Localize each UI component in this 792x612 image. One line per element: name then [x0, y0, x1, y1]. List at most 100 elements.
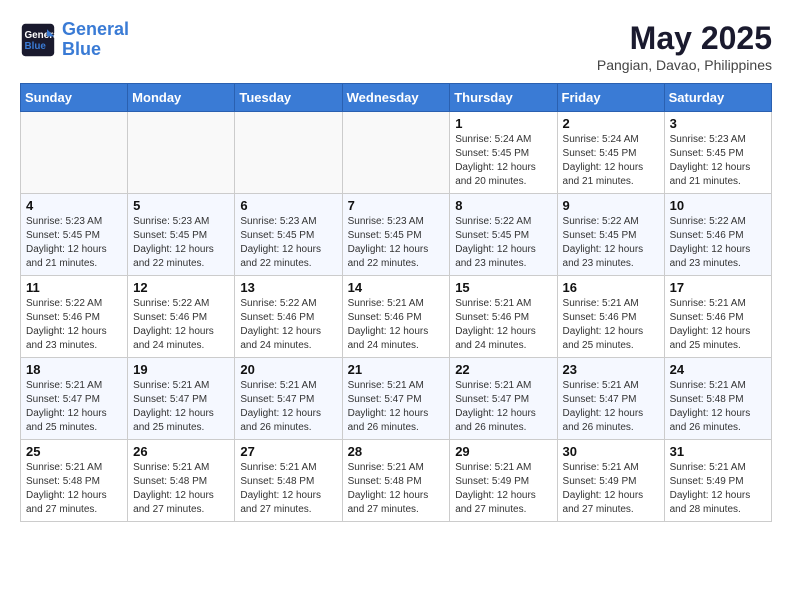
- day-header-monday: Monday: [128, 84, 235, 112]
- day-info: Sunrise: 5:21 AM Sunset: 5:47 PM Dayligh…: [133, 379, 229, 435]
- day-number: 28: [348, 444, 445, 459]
- svg-text:Blue: Blue: [25, 41, 47, 52]
- day-number: 9: [563, 198, 659, 213]
- day-number: 18: [26, 362, 122, 377]
- day-info: Sunrise: 5:21 AM Sunset: 5:46 PM Dayligh…: [563, 297, 659, 353]
- day-number: 30: [563, 444, 659, 459]
- day-info: Sunrise: 5:21 AM Sunset: 5:46 PM Dayligh…: [455, 297, 551, 353]
- calendar-day: 23 Sunrise: 5:21 AM Sunset: 5:47 PM Dayli…: [557, 358, 664, 440]
- day-header-thursday: Thursday: [450, 84, 557, 112]
- day-number: 6: [240, 198, 336, 213]
- day-info: Sunrise: 5:21 AM Sunset: 5:49 PM Dayligh…: [563, 461, 659, 517]
- day-info: Sunrise: 5:21 AM Sunset: 5:47 PM Dayligh…: [563, 379, 659, 435]
- calendar-day: [128, 112, 235, 194]
- day-header-saturday: Saturday: [664, 84, 771, 112]
- logo: General Blue GeneralBlue: [20, 20, 129, 60]
- day-info: Sunrise: 5:22 AM Sunset: 5:45 PM Dayligh…: [563, 215, 659, 271]
- day-number: 15: [455, 280, 551, 295]
- day-info: Sunrise: 5:21 AM Sunset: 5:46 PM Dayligh…: [670, 297, 766, 353]
- day-info: Sunrise: 5:21 AM Sunset: 5:48 PM Dayligh…: [348, 461, 445, 517]
- month-title: May 2025: [597, 20, 772, 57]
- day-info: Sunrise: 5:21 AM Sunset: 5:47 PM Dayligh…: [240, 379, 336, 435]
- calendar-day: 8 Sunrise: 5:22 AM Sunset: 5:45 PM Daylig…: [450, 194, 557, 276]
- day-number: 26: [133, 444, 229, 459]
- day-number: 8: [455, 198, 551, 213]
- day-header-sunday: Sunday: [21, 84, 128, 112]
- logo-icon: General Blue: [20, 22, 56, 58]
- calendar-week-4: 18 Sunrise: 5:21 AM Sunset: 5:47 PM Dayli…: [21, 358, 772, 440]
- calendar-header-row: SundayMondayTuesdayWednesdayThursdayFrid…: [21, 84, 772, 112]
- day-number: 20: [240, 362, 336, 377]
- calendar-day: 2 Sunrise: 5:24 AM Sunset: 5:45 PM Daylig…: [557, 112, 664, 194]
- day-number: 4: [26, 198, 122, 213]
- day-header-tuesday: Tuesday: [235, 84, 342, 112]
- page-header: General Blue GeneralBlue May 2025 Pangia…: [20, 20, 772, 73]
- day-number: 16: [563, 280, 659, 295]
- calendar-day: 22 Sunrise: 5:21 AM Sunset: 5:47 PM Dayli…: [450, 358, 557, 440]
- day-info: Sunrise: 5:24 AM Sunset: 5:45 PM Dayligh…: [455, 133, 551, 189]
- calendar-day: 18Sunrise: 5:21 AM Sunset: 5:47 PM Dayli…: [21, 358, 128, 440]
- calendar-day: 19 Sunrise: 5:21 AM Sunset: 5:47 PM Dayli…: [128, 358, 235, 440]
- day-info: Sunrise: 5:22 AM Sunset: 5:46 PM Dayligh…: [670, 215, 766, 271]
- day-info: Sunrise: 5:21 AM Sunset: 5:47 PM Dayligh…: [348, 379, 445, 435]
- calendar-day: 11 Sunrise: 5:22 AM Sunset: 5:46 PM Dayli…: [21, 276, 128, 358]
- calendar-day: 9 Sunrise: 5:22 AM Sunset: 5:45 PM Daylig…: [557, 194, 664, 276]
- day-number: 12: [133, 280, 229, 295]
- day-info: Sunrise: 5:22 AM Sunset: 5:45 PM Dayligh…: [455, 215, 551, 271]
- calendar-day: 28 Sunrise: 5:21 AM Sunset: 5:48 PM Dayli…: [342, 440, 450, 522]
- day-header-wednesday: Wednesday: [342, 84, 450, 112]
- day-header-friday: Friday: [557, 84, 664, 112]
- day-number: 2: [563, 116, 659, 131]
- calendar-week-1: 1Sunrise: 5:24 AM Sunset: 5:45 PM Daylig…: [21, 112, 772, 194]
- day-info: Sunrise: 5:23 AM Sunset: 5:45 PM Dayligh…: [240, 215, 336, 271]
- calendar-day: 25Sunrise: 5:21 AM Sunset: 5:48 PM Dayli…: [21, 440, 128, 522]
- calendar-day: 7 Sunrise: 5:23 AM Sunset: 5:45 PM Daylig…: [342, 194, 450, 276]
- day-info: Sunrise: 5:22 AM Sunset: 5:46 PM Dayligh…: [26, 297, 122, 353]
- day-info: Sunrise: 5:21 AM Sunset: 5:49 PM Dayligh…: [455, 461, 551, 517]
- day-info: Sunrise: 5:22 AM Sunset: 5:46 PM Dayligh…: [133, 297, 229, 353]
- day-number: 10: [670, 198, 766, 213]
- day-number: 27: [240, 444, 336, 459]
- calendar-day: 26Sunrise: 5:21 AM Sunset: 5:48 PM Dayli…: [128, 440, 235, 522]
- day-info: Sunrise: 5:21 AM Sunset: 5:48 PM Dayligh…: [240, 461, 336, 517]
- day-number: 23: [563, 362, 659, 377]
- day-number: 14: [348, 280, 445, 295]
- calendar-day: 15 Sunrise: 5:21 AM Sunset: 5:46 PM Dayli…: [450, 276, 557, 358]
- calendar-day: [235, 112, 342, 194]
- calendar-day: 12 Sunrise: 5:22 AM Sunset: 5:46 PM Dayli…: [128, 276, 235, 358]
- calendar-day: 21Sunrise: 5:21 AM Sunset: 5:47 PM Dayli…: [342, 358, 450, 440]
- day-number: 22: [455, 362, 551, 377]
- day-info: Sunrise: 5:23 AM Sunset: 5:45 PM Dayligh…: [348, 215, 445, 271]
- day-info: Sunrise: 5:24 AM Sunset: 5:45 PM Dayligh…: [563, 133, 659, 189]
- day-number: 11: [26, 280, 122, 295]
- day-info: Sunrise: 5:22 AM Sunset: 5:46 PM Dayligh…: [240, 297, 336, 353]
- day-info: Sunrise: 5:23 AM Sunset: 5:45 PM Dayligh…: [133, 215, 229, 271]
- day-number: 24: [670, 362, 766, 377]
- calendar-day: 3Sunrise: 5:23 AM Sunset: 5:45 PM Daylig…: [664, 112, 771, 194]
- calendar-day: 24 Sunrise: 5:21 AM Sunset: 5:48 PM Dayli…: [664, 358, 771, 440]
- calendar-day: 6 Sunrise: 5:23 AM Sunset: 5:45 PM Daylig…: [235, 194, 342, 276]
- calendar-day: 29 Sunrise: 5:21 AM Sunset: 5:49 PM Dayli…: [450, 440, 557, 522]
- calendar-table: SundayMondayTuesdayWednesdayThursdayFrid…: [20, 83, 772, 522]
- day-info: Sunrise: 5:21 AM Sunset: 5:49 PM Dayligh…: [670, 461, 766, 517]
- calendar-day: 1Sunrise: 5:24 AM Sunset: 5:45 PM Daylig…: [450, 112, 557, 194]
- calendar-day: 10 Sunrise: 5:22 AM Sunset: 5:46 PM Dayli…: [664, 194, 771, 276]
- day-info: Sunrise: 5:21 AM Sunset: 5:47 PM Dayligh…: [455, 379, 551, 435]
- day-number: 7: [348, 198, 445, 213]
- calendar-day: 5Sunrise: 5:23 AM Sunset: 5:45 PM Daylig…: [128, 194, 235, 276]
- day-number: 29: [455, 444, 551, 459]
- day-number: 17: [670, 280, 766, 295]
- day-number: 3: [670, 116, 766, 131]
- calendar-day: 14 Sunrise: 5:21 AM Sunset: 5:46 PM Dayli…: [342, 276, 450, 358]
- calendar-week-5: 25Sunrise: 5:21 AM Sunset: 5:48 PM Dayli…: [21, 440, 772, 522]
- calendar-day: 4Sunrise: 5:23 AM Sunset: 5:45 PM Daylig…: [21, 194, 128, 276]
- day-info: Sunrise: 5:21 AM Sunset: 5:48 PM Dayligh…: [670, 379, 766, 435]
- calendar-day: 16 Sunrise: 5:21 AM Sunset: 5:46 PM Dayli…: [557, 276, 664, 358]
- calendar-week-2: 4 Sunrise: 5:23 AM Sunset: 5:45 PM Daylig…: [21, 194, 772, 276]
- day-number: 13: [240, 280, 336, 295]
- day-info: Sunrise: 5:21 AM Sunset: 5:48 PM Dayligh…: [26, 461, 122, 517]
- day-number: 19: [133, 362, 229, 377]
- calendar-day: [21, 112, 128, 194]
- day-info: Sunrise: 5:21 AM Sunset: 5:46 PM Dayligh…: [348, 297, 445, 353]
- calendar-day: 17 Sunrise: 5:21 AM Sunset: 5:46 PM Dayli…: [664, 276, 771, 358]
